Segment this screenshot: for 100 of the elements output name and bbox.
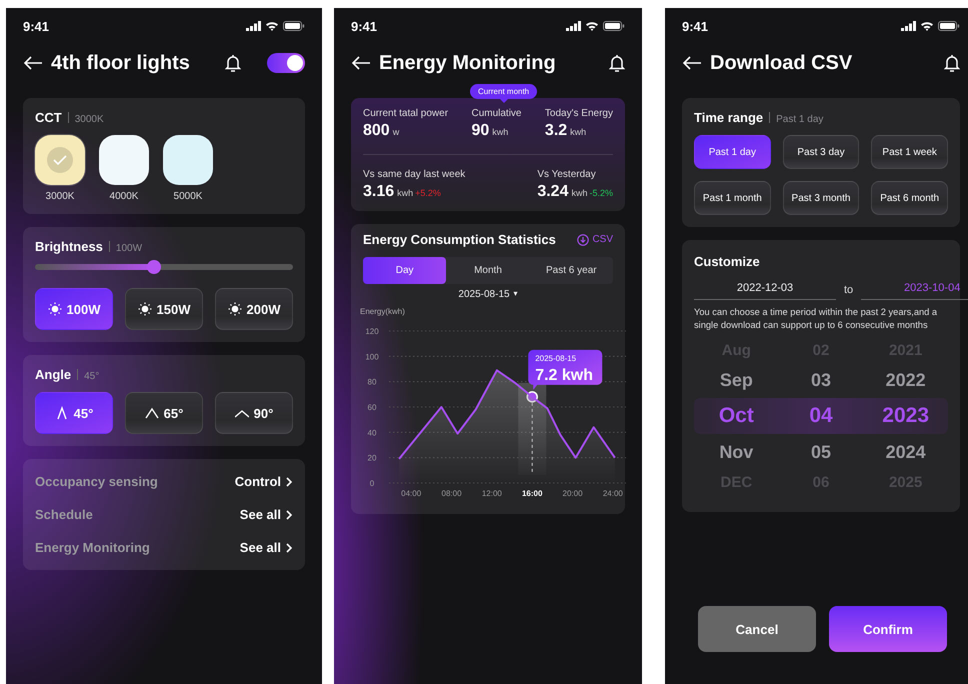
section-value: 100W bbox=[116, 243, 142, 254]
hint-text: You can choose a time period within the past 2 years,and a single download can support up to 6 consecutive months bbox=[694, 306, 938, 332]
range-option[interactable]: Past 1 day bbox=[694, 135, 771, 169]
setting-link[interactable]: See all bbox=[240, 507, 293, 522]
picker-value[interactable]: 04 bbox=[778, 404, 864, 428]
angle-icon bbox=[144, 406, 159, 420]
back-button[interactable] bbox=[682, 56, 702, 70]
y-tick-label: 100 bbox=[365, 352, 379, 362]
picker-value[interactable]: 2023 bbox=[863, 404, 948, 428]
period-tab[interactable]: Day bbox=[363, 257, 446, 284]
brightness-option[interactable]: 100W bbox=[35, 288, 113, 330]
color-swatch[interactable] bbox=[99, 135, 149, 185]
screen-title: Download CSV bbox=[710, 52, 852, 74]
cancel-button[interactable]: Cancel bbox=[698, 606, 816, 652]
sun-icon bbox=[138, 302, 152, 316]
stat-value: 800 w bbox=[363, 122, 400, 140]
stat-label: Today's Energy bbox=[544, 108, 613, 119]
bell-icon[interactable] bbox=[609, 54, 625, 72]
y-tick-label: 0 bbox=[370, 479, 374, 488]
back-button[interactable] bbox=[351, 56, 371, 70]
stat-label: Current tatal power bbox=[363, 108, 448, 119]
annotation: 2025-08-15 bbox=[535, 354, 577, 363]
angle-option[interactable]: 45° bbox=[35, 392, 113, 434]
status-time: 9:41 bbox=[351, 18, 378, 34]
color-swatch[interactable] bbox=[163, 135, 213, 185]
brightness-option[interactable]: 200W bbox=[215, 288, 293, 330]
y-axis-label: Energy(kwh) bbox=[360, 307, 405, 316]
period-tab[interactable]: Month bbox=[446, 257, 530, 284]
picker-value[interactable]: 05 bbox=[778, 442, 864, 462]
status-time: 9:41 bbox=[23, 18, 50, 34]
range-option[interactable]: Past 1 week bbox=[871, 135, 948, 169]
stat-value: 3.16 kwh +5.2% bbox=[363, 183, 442, 201]
picker-value[interactable]: Nov bbox=[694, 442, 779, 462]
x-tick-label: 08:00 bbox=[442, 489, 462, 498]
power-toggle[interactable] bbox=[267, 53, 305, 73]
y-tick-label: 80 bbox=[368, 378, 376, 387]
range-option[interactable]: Past 3 month bbox=[782, 181, 860, 215]
slider-thumb[interactable] bbox=[146, 260, 161, 274]
wifi-icon bbox=[585, 21, 599, 31]
selected-row[interactable]: Oct 04 2023 bbox=[694, 398, 948, 434]
y-tick-label: 60 bbox=[368, 403, 376, 412]
confirm-button[interactable]: Confirm bbox=[829, 606, 947, 652]
bell-icon[interactable] bbox=[225, 54, 241, 72]
section-title: Time range bbox=[694, 110, 764, 125]
range-option[interactable]: Past 1 month bbox=[694, 181, 771, 215]
bell-icon[interactable] bbox=[944, 54, 960, 72]
check-icon bbox=[53, 155, 67, 165]
y-tick-label: 120 bbox=[365, 327, 379, 336]
angle-icon bbox=[54, 406, 69, 420]
wifi-icon bbox=[920, 21, 934, 31]
x-tick-label: 24:00 bbox=[602, 489, 623, 498]
brightness-option[interactable]: 150W bbox=[125, 288, 203, 330]
angle-option[interactable]: 90° bbox=[215, 392, 293, 434]
x-tick-label: 12:00 bbox=[482, 489, 502, 498]
picker-value[interactable]: 2022 bbox=[863, 370, 948, 390]
stat-value: 3.24 kwh -5.2% bbox=[537, 183, 613, 201]
stat-label: Vs same day last week bbox=[363, 169, 466, 180]
swatch-label: 5000K bbox=[174, 191, 202, 202]
stat-label: Cumulative bbox=[471, 108, 522, 119]
screen-title: Energy Monitoring bbox=[379, 52, 556, 74]
chevron-icon bbox=[286, 476, 293, 486]
range-option[interactable]: Past 6 month bbox=[871, 181, 948, 215]
status-time: 9:41 bbox=[682, 18, 708, 34]
angle-option[interactable]: 65° bbox=[125, 392, 203, 434]
picker-value[interactable]: 03 bbox=[778, 370, 864, 390]
stat-value: 90 kwh bbox=[471, 122, 510, 140]
x-tick-label: 20:00 bbox=[562, 489, 583, 498]
setting-label: Schedule bbox=[35, 507, 93, 522]
setting-link[interactable]: See all bbox=[240, 540, 293, 555]
csv-download-link[interactable]: CSV bbox=[577, 234, 613, 246]
value-tooltip: 2025-08-15 7.2 kwh bbox=[528, 350, 602, 390]
color-swatch[interactable] bbox=[35, 135, 85, 185]
setting-link[interactable]: Control bbox=[234, 474, 293, 489]
period-tab[interactable]: Past 6 year bbox=[530, 257, 613, 284]
date-dropdown[interactable]: 2025-08-15 ▾ bbox=[458, 289, 518, 300]
picker-value[interactable]: Oct bbox=[694, 404, 779, 428]
card-title: Customize bbox=[694, 254, 761, 269]
y-tick-label: 20 bbox=[368, 454, 376, 463]
battery-icon bbox=[938, 21, 960, 31]
start-date-field[interactable]: 2022-12-03 bbox=[694, 277, 836, 300]
swatch-label: 3000K bbox=[46, 191, 74, 202]
back-button[interactable] bbox=[23, 56, 43, 70]
picker-value[interactable]: 2024 bbox=[863, 442, 948, 462]
range-option[interactable]: Past 3 day bbox=[782, 135, 860, 169]
battery-icon bbox=[603, 21, 625, 31]
setting-label: Energy Monitoring bbox=[35, 540, 150, 555]
sun-icon bbox=[48, 302, 62, 316]
signal-icon bbox=[566, 21, 581, 31]
section-title: CCT bbox=[35, 110, 62, 125]
section-title: Brightness bbox=[35, 239, 103, 254]
picker-value[interactable]: Sep bbox=[694, 370, 779, 390]
setting-label: Occupancy sensing bbox=[35, 474, 158, 489]
chevron-icon bbox=[286, 510, 293, 520]
annotation: 7.2 kwh bbox=[535, 366, 594, 384]
stat-value: 3.2 kwh bbox=[544, 122, 588, 140]
signal-icon bbox=[901, 21, 916, 31]
end-date-field[interactable]: 2023-10-04 bbox=[861, 277, 968, 300]
x-tick-label: 04:00 bbox=[401, 489, 422, 498]
to-label: to bbox=[844, 284, 854, 298]
section-title: Angle bbox=[35, 367, 72, 382]
